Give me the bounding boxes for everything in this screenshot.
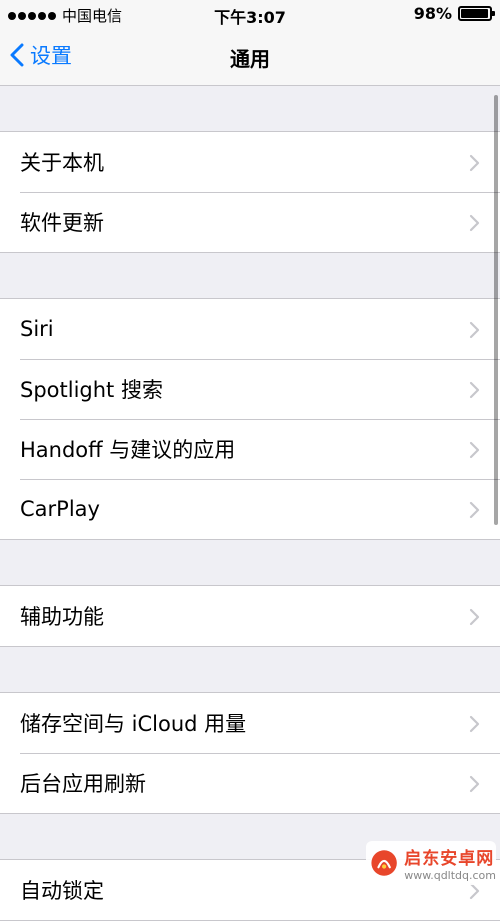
settings-row-label: 自动锁定 bbox=[20, 879, 104, 903]
watermark-logo-icon bbox=[371, 850, 397, 876]
chevron-right-icon bbox=[469, 501, 480, 523]
settings-group: 辅助功能 bbox=[0, 585, 500, 647]
settings-row[interactable]: 关于本机 bbox=[0, 132, 500, 192]
settings-row[interactable]: Handoff 与建议的应用 bbox=[0, 419, 500, 479]
watermark-name: 启东安卓网 bbox=[404, 849, 495, 869]
watermark: 启东安卓网 www.qdltdq.com bbox=[366, 841, 496, 885]
settings-row-label: Handoff 与建议的应用 bbox=[20, 438, 236, 462]
settings-row-label: Spotlight 搜索 bbox=[20, 378, 163, 402]
status-bar: 中国电信 下午3:07 98% bbox=[0, 0, 500, 30]
chevron-right-icon bbox=[469, 321, 480, 343]
settings-row-label: CarPlay bbox=[20, 497, 100, 521]
scrollbar[interactable] bbox=[494, 95, 498, 525]
settings-group: Siri Spotlight 搜索 Handoff 与建议的应用 CarPlay bbox=[0, 298, 500, 540]
settings-row-label: 储存空间与 iCloud 用量 bbox=[20, 712, 247, 736]
settings-row[interactable]: Siri bbox=[0, 299, 500, 359]
battery-percent: 98% bbox=[413, 4, 452, 23]
battery-icon bbox=[458, 6, 495, 21]
chevron-right-icon bbox=[469, 715, 480, 737]
chevron-right-icon bbox=[469, 882, 480, 904]
chevron-right-icon bbox=[469, 381, 480, 403]
settings-group: 关于本机 软件更新 bbox=[0, 131, 500, 253]
chevron-right-icon bbox=[469, 214, 480, 236]
settings-group: 储存空间与 iCloud 用量 后台应用刷新 bbox=[0, 692, 500, 814]
chevron-right-icon bbox=[469, 608, 480, 630]
settings-row-label: 关于本机 bbox=[20, 151, 104, 175]
settings-row[interactable]: Spotlight 搜索 bbox=[0, 359, 500, 419]
settings-row[interactable]: 后台应用刷新 bbox=[0, 753, 500, 813]
settings-row-label: 软件更新 bbox=[20, 211, 104, 235]
settings-row[interactable]: 辅助功能 bbox=[0, 586, 500, 646]
navigation-bar: 设置 通用 bbox=[0, 30, 500, 86]
settings-list: 关于本机软件更新 Siri Spotlight 搜索 Handoff 与建议的应用 Ca… bbox=[0, 86, 500, 921]
battery-status: 98% bbox=[413, 4, 495, 23]
settings-row[interactable]: 储存空间与 iCloud 用量 bbox=[0, 693, 500, 753]
chevron-right-icon bbox=[469, 775, 480, 797]
settings-row-label: Siri bbox=[20, 317, 54, 341]
chevron-right-icon bbox=[469, 154, 480, 176]
watermark-url: www.qdltdq.com bbox=[404, 869, 496, 882]
settings-row[interactable]: 软件更新 bbox=[0, 192, 500, 252]
settings-row[interactable]: CarPlay bbox=[0, 479, 500, 539]
settings-row-label: 辅助功能 bbox=[20, 605, 104, 629]
settings-row-label: 后台应用刷新 bbox=[20, 772, 146, 796]
chevron-right-icon bbox=[469, 441, 480, 463]
page-title: 通用 bbox=[230, 47, 270, 71]
